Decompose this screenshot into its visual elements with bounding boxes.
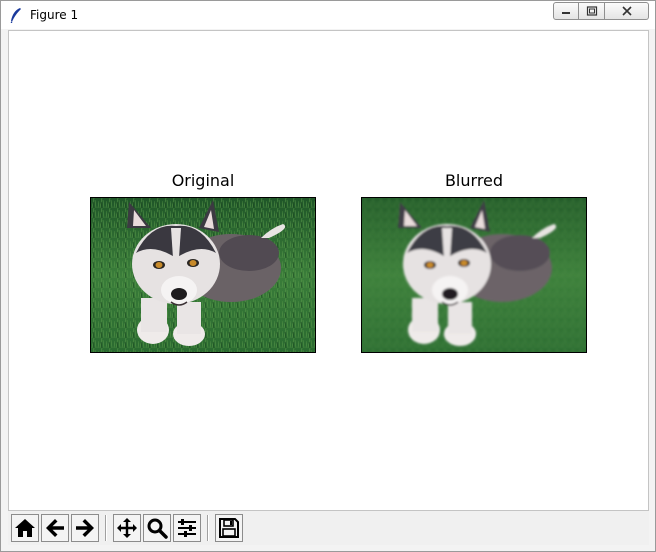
back-arrow-icon [46,519,64,537]
forward-button[interactable] [71,514,99,542]
home-icon [15,519,35,537]
figure-canvas[interactable]: Original Blurred [8,30,649,511]
title-bar[interactable]: Figure 1 [1,1,655,29]
minimize-button[interactable] [553,2,579,20]
save-floppy-icon [219,518,239,538]
axes-title-blurred: Blurred [444,171,504,190]
close-button[interactable] [605,2,649,20]
toolbar-separator [207,515,209,541]
zoom-magnifier-icon [147,518,168,539]
configure-subplots-button[interactable] [173,514,201,542]
zoom-button[interactable] [143,514,171,542]
back-button[interactable] [41,514,69,542]
pan-button[interactable] [113,514,141,542]
toolbar-separator [105,515,107,541]
axes-title-original: Original [171,171,235,190]
minimize-icon [562,12,570,14]
pan-move-icon [117,518,137,538]
figure-window: Figure 1 Original Blurred [0,0,656,552]
configure-subplots-icon [178,519,196,537]
forward-arrow-icon [76,519,94,537]
save-button[interactable] [215,514,243,542]
window-controls [553,2,649,20]
restore-icon [586,6,597,16]
restore-button[interactable] [579,2,605,20]
husky-puppy-image-original [91,198,315,352]
feather-app-icon [10,8,21,23]
window-title: Figure 1 [30,8,79,22]
home-button[interactable] [11,514,39,542]
axes-original[interactable] [90,197,316,353]
close-icon [621,6,632,16]
navigation-toolbar [8,511,649,545]
axes-blurred[interactable] [361,197,587,353]
husky-puppy-image-blurred [362,198,586,352]
